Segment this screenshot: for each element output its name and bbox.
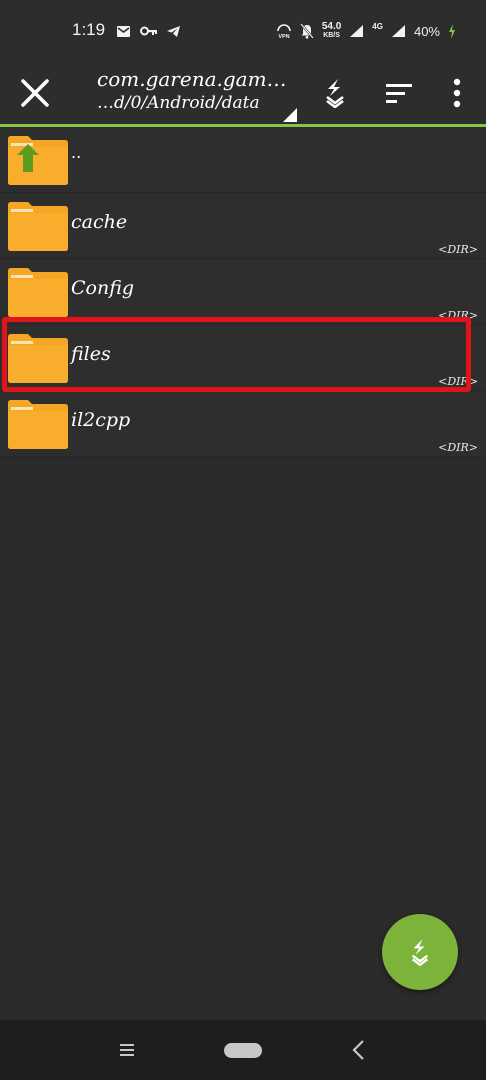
fab-lightning-button[interactable] [382, 914, 458, 990]
list-item-cache[interactable]: cache <DIR> [0, 193, 486, 259]
list-item-il2cpp[interactable]: il2cpp <DIR> [0, 391, 486, 457]
folder-up-icon [8, 136, 68, 185]
dir-tag: <DIR> [438, 243, 478, 256]
path-dropdown-indicator[interactable] [283, 108, 297, 122]
close-button[interactable] [14, 72, 56, 114]
status-icons-right: VPN 54.0 KB/S 4G 40% [276, 20, 456, 42]
net-speed-unit: KB/S [323, 32, 340, 39]
file-list: .. cache <DIR> Config <DIR> files <DIR> … [0, 127, 486, 457]
lightning-icon [326, 79, 344, 108]
menu-icon [120, 1044, 134, 1056]
bell-off-icon [299, 23, 314, 39]
telegram-icon [167, 25, 180, 37]
list-item-parent[interactable]: .. [0, 127, 486, 193]
list-item-config[interactable]: Config <DIR> [0, 259, 486, 325]
highlight-annotation [2, 317, 471, 392]
back-button[interactable] [344, 1036, 372, 1064]
battery-charging-icon [449, 23, 455, 39]
status-time: 1:19 [72, 20, 106, 39]
recent-apps-button[interactable] [112, 1036, 142, 1064]
key-icon [140, 26, 157, 36]
folder-icon [8, 268, 68, 317]
sort-button[interactable] [378, 72, 420, 114]
file-name: Config [71, 277, 135, 299]
close-icon [21, 79, 49, 107]
folder-icon [8, 202, 68, 251]
status-icons-left [116, 22, 181, 40]
signal-icon [391, 25, 405, 37]
vpn-icon: VPN [277, 24, 291, 39]
sort-icon [386, 84, 412, 103]
net-speed-value: 54.0 [321, 21, 342, 32]
path-breadcrumb: …d/0/Android/data [97, 93, 260, 113]
network-type: 4G [372, 21, 383, 31]
more-options-button[interactable] [436, 72, 478, 114]
status-bar: 1:19 VPN 54.0 KB/S 4G 40% [0, 0, 486, 62]
mail-icon [117, 25, 130, 37]
svg-text:VPN: VPN [278, 34, 289, 39]
lightning-icon [411, 939, 429, 966]
path-header[interactable]: com.garena.gam… …d/0/Android/data [97, 66, 309, 124]
file-name: cache [71, 211, 128, 233]
toolbar: com.garena.gam… …d/0/Android/data [0, 62, 486, 125]
back-icon [352, 1040, 364, 1060]
dir-tag: <DIR> [438, 441, 478, 454]
folder-icon [8, 400, 68, 449]
file-name: il2cpp [71, 409, 131, 431]
file-name: .. [71, 143, 82, 162]
battery-percent: 40% [413, 23, 440, 39]
lightning-button[interactable] [314, 72, 356, 114]
more-vert-icon [453, 78, 461, 108]
signal-icon [350, 25, 364, 37]
page-title: com.garena.gam… [97, 67, 287, 91]
net-speed: 54.0 KB/S [322, 22, 341, 40]
home-pill-icon[interactable] [224, 1043, 262, 1058]
system-nav-bar [0, 1020, 486, 1080]
